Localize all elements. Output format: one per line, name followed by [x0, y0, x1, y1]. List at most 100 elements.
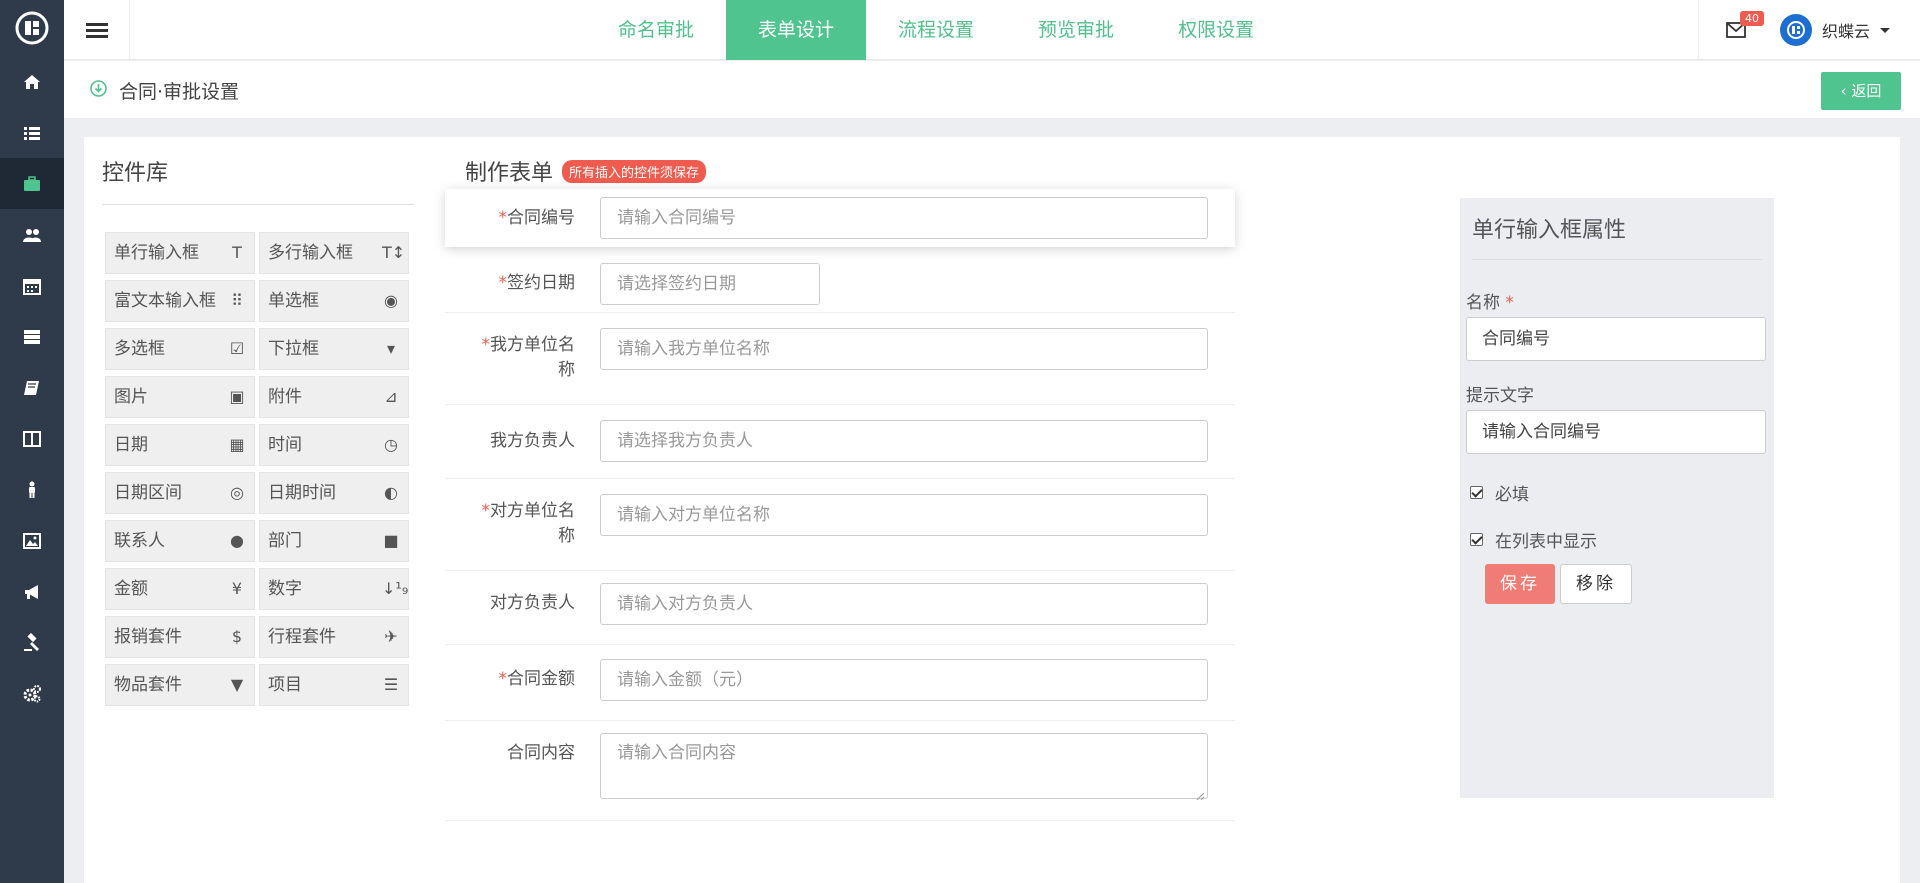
form-field-row[interactable]: 请输入我方单位名称 *我方单位名称: [445, 313, 1235, 405]
sidebar-item-gavel[interactable]: [0, 617, 64, 668]
list-icon: ☰: [383, 675, 399, 694]
control-user[interactable]: 联系人 ●: [105, 520, 255, 562]
control-dropdown[interactable]: 下拉框 ▾: [259, 328, 409, 370]
control-dollar[interactable]: 报销套件 $: [105, 616, 255, 658]
sidebar-item-briefcase[interactable]: [0, 158, 64, 209]
sidebar-item-server[interactable]: [0, 311, 64, 362]
user-menu[interactable]: 织蝶云: [1774, 14, 1920, 46]
sidebar-item-users[interactable]: [0, 209, 64, 260]
control-label: 单行输入框: [114, 243, 199, 263]
form-field-row[interactable]: 请输入对方单位名称 *对方单位名称: [445, 479, 1235, 571]
control-label: 金额: [114, 579, 148, 599]
control-radio[interactable]: 单选框 ◉: [259, 280, 409, 322]
field-textarea[interactable]: 请输入合同内容: [600, 733, 1208, 799]
control-text[interactable]: 单行输入框 T: [105, 232, 255, 274]
page-title: 合同·审批设置: [119, 81, 240, 103]
control-label: 时间: [268, 435, 302, 455]
save-button[interactable]: 保存: [1485, 564, 1555, 604]
control-checkbox[interactable]: 多选框 ☑: [105, 328, 255, 370]
control-label: 下拉框: [268, 339, 319, 359]
control-half-circle[interactable]: 日期时间 ◐: [259, 472, 409, 514]
remove-button[interactable]: 移除: [1560, 564, 1632, 604]
required-mark: *: [498, 669, 508, 689]
control-picture[interactable]: 图片 ▣: [105, 376, 255, 418]
hint-label: 提示文字: [1466, 386, 1534, 406]
list-icon: [24, 126, 40, 140]
form-field-row[interactable]: 请输入对方负责人 对方负责人: [445, 571, 1235, 645]
form-field-row[interactable]: 请输入合同编号 *合同编号: [445, 189, 1235, 247]
sidebar-item-image[interactable]: [0, 515, 64, 566]
tab-3[interactable]: 预览审批: [1006, 0, 1146, 60]
control-target[interactable]: 日期区间 ◎: [105, 472, 255, 514]
control-list[interactable]: 项目 ☰: [259, 664, 409, 706]
folder-icon: ⊿: [384, 387, 398, 406]
tab-2[interactable]: 流程设置: [866, 0, 1006, 60]
sidebar-item-home[interactable]: [0, 56, 64, 107]
calendar-icon: [23, 278, 41, 295]
control-filter[interactable]: 物品套件 ▼: [105, 664, 255, 706]
control-label: 数字: [268, 579, 302, 599]
server-icon: [24, 329, 40, 344]
field-input[interactable]: 请输入对方单位名称: [600, 494, 1208, 536]
sidebar-item-book[interactable]: [0, 362, 64, 413]
control-yen[interactable]: 金额 ¥: [105, 568, 255, 610]
field-input[interactable]: 请输入金额（元）: [600, 659, 1208, 701]
mail-button[interactable]: 40: [1697, 0, 1774, 60]
control-clock[interactable]: 时间 ◷: [259, 424, 409, 466]
form-field-row[interactable]: 请选择签约日期 *签约日期: [445, 251, 1235, 313]
sort-numeric-icon: ↓¹₉: [382, 579, 409, 598]
properties-panel: 单行输入框属性 名称 * 合同编号 提示文字 请输入合同编号 必填 在列表中显示…: [1460, 198, 1774, 798]
hint-input[interactable]: 请输入合同编号: [1466, 410, 1766, 454]
picture-icon: ▣: [229, 387, 245, 406]
tab-0[interactable]: 命名审批: [586, 0, 726, 60]
field-input[interactable]: 请输入对方负责人: [600, 583, 1208, 625]
required-mark: *: [481, 501, 491, 521]
app-logo[interactable]: [0, 0, 64, 56]
plane-icon: ✈: [384, 627, 398, 646]
control-plane[interactable]: 行程套件 ✈: [259, 616, 409, 658]
breadcrumb: 合同·审批设置 ‹ 返回: [64, 61, 1920, 118]
caret-down-icon: [1880, 27, 1890, 33]
name-input[interactable]: 合同编号: [1466, 317, 1766, 361]
field-label-text: 我方单位名称: [490, 335, 575, 380]
tab-1[interactable]: 表单设计: [726, 0, 867, 60]
form-field-row[interactable]: 请选择我方负责人 我方负责人: [445, 405, 1235, 479]
tab-4[interactable]: 权限设置: [1146, 0, 1286, 60]
back-button[interactable]: ‹ 返回: [1821, 72, 1901, 110]
sidebar-item-gears[interactable]: [0, 668, 64, 719]
control-label: 联系人: [114, 531, 165, 551]
control-label: 报销套件: [114, 627, 182, 647]
sidebar-item-list[interactable]: [0, 107, 64, 158]
field-label: *对方单位名称: [465, 499, 576, 549]
form-field-row[interactable]: 请输入金额（元） *合同金额: [445, 645, 1235, 721]
briefcase-icon: ■: [383, 531, 399, 550]
control-label: 富文本输入框: [114, 291, 216, 311]
sidebar-item-columns[interactable]: [0, 413, 64, 464]
field-input[interactable]: 请选择我方负责人: [600, 420, 1208, 462]
control-label: 物品套件: [114, 675, 182, 695]
control-briefcase[interactable]: 部门 ■: [259, 520, 409, 562]
yen-icon: ¥: [231, 579, 243, 598]
sidebar-item-calendar[interactable]: [0, 260, 64, 311]
sidebar-item-bullhorn[interactable]: [0, 566, 64, 617]
properties-title: 单行输入框属性: [1472, 218, 1627, 243]
field-input[interactable]: 请输入我方单位名称: [600, 328, 1208, 370]
control-folder[interactable]: 附件 ⊿: [259, 376, 409, 418]
sidebar-item-person[interactable]: [0, 464, 64, 515]
gavel-icon: [24, 632, 39, 651]
control-text-height[interactable]: 多行输入框 T↕: [259, 232, 409, 274]
field-input[interactable]: 请选择签约日期: [600, 263, 820, 305]
control-calendar[interactable]: 日期 ▦: [105, 424, 255, 466]
field-input[interactable]: 请输入合同编号: [600, 197, 1208, 239]
form-field-row[interactable]: 请输入合同内容 合同内容: [445, 721, 1235, 821]
top-bar: 命名审批 表单设计 流程设置 预览审批 权限设置 40 织蝶云: [64, 0, 1920, 60]
menu-toggle-button[interactable]: [64, 0, 130, 60]
control-grid[interactable]: 富文本输入框 ⠿: [105, 280, 255, 322]
resize-grip-icon[interactable]: [1195, 786, 1205, 801]
field-label-text: 我方负责人: [490, 431, 575, 451]
control-sort-numeric[interactable]: 数字 ↓¹₉: [259, 568, 409, 610]
target-icon: ◎: [230, 483, 244, 502]
required-checkbox[interactable]: 必填: [1470, 480, 1529, 505]
show-in-list-checkbox[interactable]: 在列表中显示: [1470, 527, 1597, 552]
image-icon: [23, 532, 41, 549]
